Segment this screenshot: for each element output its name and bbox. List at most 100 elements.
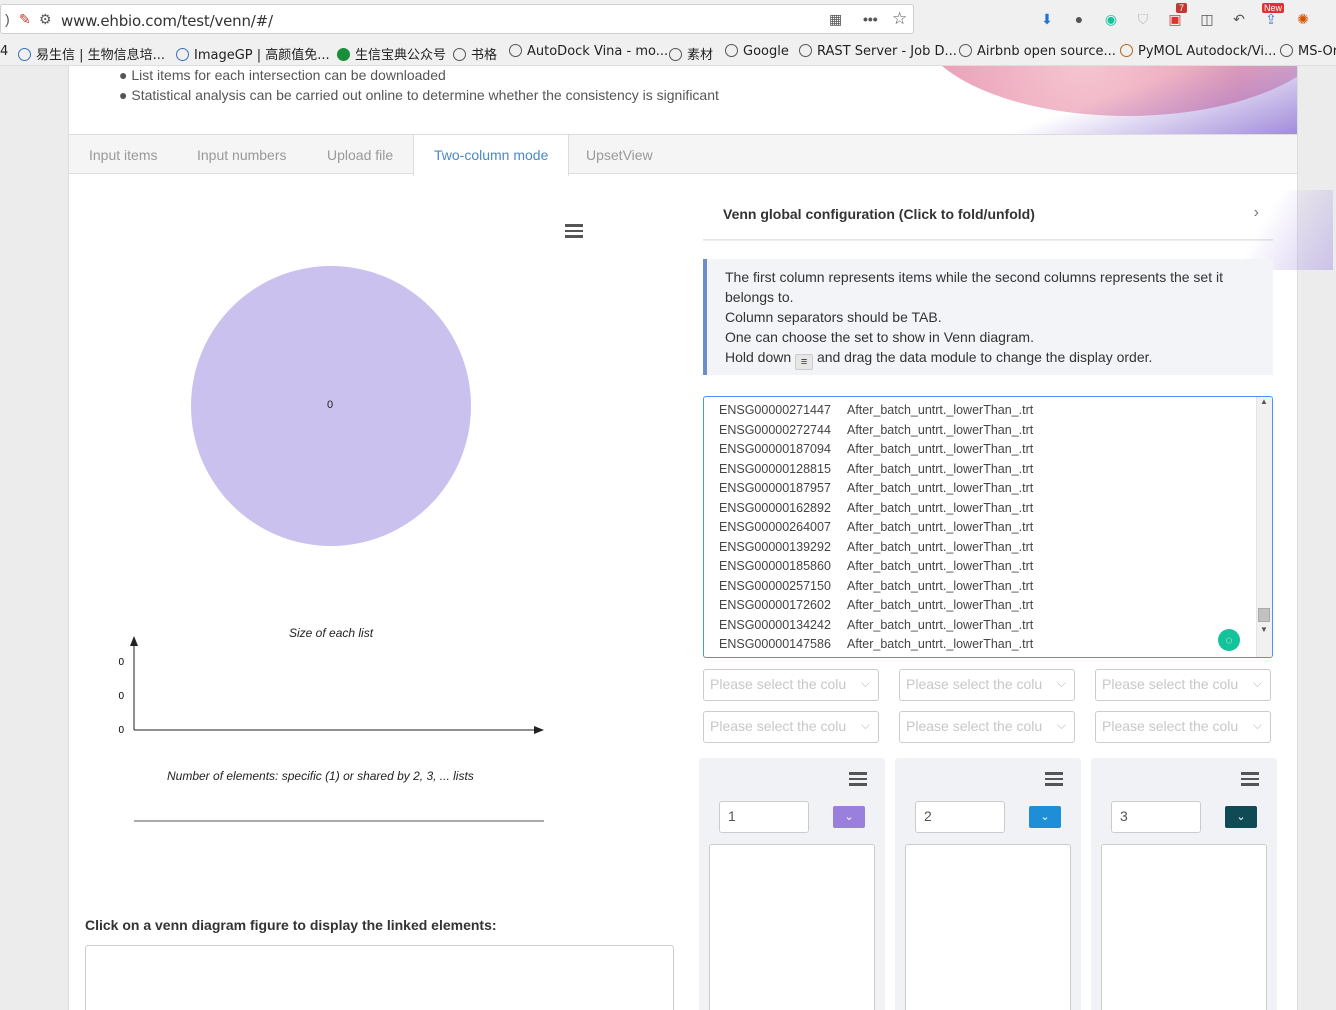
browser-toolbar: ) ✎ ⚙ www.ehbio.com/test/venn/#/ ▦ ••• ☆…	[0, 0, 1336, 38]
gene-id: ENSG00000134242	[719, 617, 831, 632]
shield-icon[interactable]: ⛉	[1134, 10, 1152, 28]
set-select[interactable]: Please select the colu ⌵	[703, 669, 879, 701]
set-select[interactable]: Please select the colu ⌵	[703, 711, 879, 743]
set-label: After_batch_untrt._lowerThan_.trt	[847, 578, 1034, 593]
set-select[interactable]: Please select the colu ⌵	[899, 711, 1075, 743]
set-name-input[interactable]: 1	[719, 801, 809, 833]
set-items-box[interactable]	[1101, 844, 1267, 1010]
y-tick-label: 0	[118, 691, 124, 702]
bookmark-item[interactable]: 书格	[453, 44, 497, 63]
undo-icon[interactable]: ↶	[1230, 10, 1248, 28]
download-icon[interactable]: ⬇	[1038, 10, 1056, 28]
color-picker-button[interactable]: ⌄	[833, 806, 865, 828]
instruction-line: The first column represents items while …	[725, 269, 1223, 305]
chevron-down-icon: ⌵	[860, 676, 870, 690]
bookmark-item[interactable]: MS-Or	[1280, 44, 1336, 59]
textarea-line: ENSG00000185860 After_batch_untrt._lowerT…	[719, 559, 1033, 573]
feature-bullet: ● List items for each intersection can b…	[119, 67, 446, 83]
more-icon[interactable]: •••	[863, 11, 878, 27]
set-items-box[interactable]	[905, 844, 1071, 1010]
textarea-line: ENSG00000271447 After_batch_untrt._lowerT…	[719, 403, 1033, 417]
bookmark-item[interactable]: 生信宝典公众号	[337, 44, 446, 63]
textarea-line: ENSG00000264007 After_batch_untrt._lowerT…	[719, 520, 1033, 534]
set-name-input[interactable]: 3	[1111, 801, 1201, 833]
color-picker-button[interactable]: ⌄	[1225, 806, 1257, 828]
set-label: After_batch_untrt._lowerThan_.trt	[847, 598, 1034, 612]
mode-tabs: Input items Input numbers Upload file Tw…	[69, 134, 1297, 176]
set-select[interactable]: Please select the colu ⌵	[899, 669, 1075, 701]
chat-icon[interactable]: ●	[1070, 10, 1088, 28]
y-tick-label: 0	[118, 657, 124, 668]
textarea-line: ENSG00000162892 After_batch_untrt._lowerT…	[719, 500, 1033, 515]
tab-two-column-mode[interactable]: Two-column mode	[413, 135, 570, 176]
linked-elements-box[interactable]	[85, 945, 674, 1010]
bookmark-item[interactable]: AutoDock Vina - mo...	[509, 44, 668, 59]
set-label: After_batch_untrt._lowerThan_.trt	[847, 422, 1034, 437]
gear-colored-icon[interactable]: ✺	[1294, 10, 1312, 28]
bookmark-edge: 4	[0, 44, 9, 59]
two-column-textarea[interactable]: ENSG00000271447 After_batch_untrt._lowerT…	[703, 396, 1273, 658]
tab-input-items[interactable]: Input items	[69, 135, 177, 175]
instruction-line: Hold down ≡ and drag the data module to …	[725, 349, 1153, 370]
bookmark-star-icon[interactable]: ☆	[892, 9, 907, 29]
textarea-scrollbar[interactable]: ▲ ▼	[1256, 397, 1272, 657]
gene-id: ENSG00000187957	[719, 481, 831, 495]
set-name-input[interactable]: 2	[915, 801, 1005, 833]
textarea-line: ENSG00000187094 After_batch_untrt._lowerT…	[719, 442, 1033, 456]
bookmark-item[interactable]: PyMOL Autodock/Vi...	[1120, 44, 1276, 59]
bookmark-item[interactable]: 易生信 | 生物信息培...	[18, 44, 165, 63]
x-axis-arrow	[534, 726, 544, 734]
chevron-down-icon: ⌵	[1252, 718, 1262, 732]
bookmark-item[interactable]: Airbnb open source...	[959, 44, 1116, 59]
set-label: After_batch_untrt._lowerThan_.trt	[847, 403, 1034, 417]
scroll-down-icon[interactable]: ▼	[1260, 625, 1268, 634]
set-panel: 2 ⌄	[895, 758, 1081, 1010]
insecure-icon[interactable]: ✎	[19, 11, 31, 28]
size-chart-xlabel: Number of elements: specific (1) or shar…	[167, 769, 474, 783]
textarea-line: ENSG00000128815 After_batch_untrt._lowerT…	[719, 461, 1033, 476]
chevron-right-icon: ›	[1253, 204, 1259, 221]
gene-id: ENSG00000257150	[719, 578, 831, 593]
venn-config-toggle[interactable]: Venn global configuration (Click to fold…	[703, 190, 1333, 270]
set-label: After_batch_untrt._lowerThan_.trt	[847, 520, 1034, 534]
site-settings-icon[interactable]: ⚙	[39, 11, 52, 28]
textarea-line: ENSG00000172602 After_batch_untrt._lowerT…	[719, 598, 1033, 612]
page-container: ● List items for each intersection can b…	[68, 66, 1333, 1010]
reader-icon[interactable]: ◫	[1198, 10, 1216, 28]
drag-handle-icon[interactable]	[849, 772, 867, 786]
gene-id: ENSG00000172602	[719, 598, 831, 612]
qr-code-icon[interactable]: ▦	[829, 11, 842, 28]
grammarly-icon[interactable]: ◌	[1218, 629, 1240, 651]
bookmark-item[interactable]: 素材	[669, 44, 713, 63]
set-select[interactable]: Please select the colu ⌵	[1095, 669, 1271, 701]
color-picker-button[interactable]: ⌄	[1029, 806, 1061, 828]
linked-elements-title: Click on a venn diagram figure to displa…	[85, 917, 497, 933]
hero-banner: ● List items for each intersection can b…	[69, 66, 1297, 134]
set-label: After_batch_untrt._lowerThan_.trt	[847, 481, 1034, 495]
scroll-up-icon[interactable]: ▲	[1260, 397, 1268, 406]
drag-handle-icon[interactable]	[1241, 772, 1259, 786]
bookmark-item[interactable]: RAST Server - Job D...	[799, 44, 957, 59]
gene-id: ENSG00000162892	[719, 500, 831, 515]
gene-id: ENSG00000128815	[719, 461, 831, 476]
y-tick-label: 0	[118, 725, 124, 736]
bookmark-item[interactable]: Google	[725, 44, 789, 59]
gene-id: ENSG00000264007	[719, 520, 831, 534]
tab-upload-file[interactable]: Upload file	[307, 135, 413, 175]
set-select[interactable]: Please select the colu ⌵	[1095, 711, 1271, 743]
chart-menu-icon[interactable]	[565, 224, 583, 238]
bookmark-item[interactable]: ImageGP | 高颜值免...	[176, 44, 330, 63]
drag-handle-icon[interactable]	[1045, 772, 1063, 786]
feature-bullet: ● Statistical analysis can be carried ou…	[119, 87, 719, 103]
tab-input-numbers[interactable]: Input numbers	[177, 135, 307, 175]
grammarly-icon[interactable]: ◉	[1102, 10, 1120, 28]
address-bar[interactable]: ) ✎ ⚙ www.ehbio.com/test/venn/#/ ▦ ••• ☆	[0, 4, 914, 34]
bookmarks-bar: 4 易生信 | 生物信息培... ImageGP | 高颜值免... 生信宝典公…	[0, 38, 1336, 66]
chevron-down-icon: ⌵	[1056, 718, 1066, 732]
set-items-box[interactable]	[709, 844, 875, 1010]
url-text[interactable]: www.ehbio.com/test/venn/#/	[61, 12, 273, 30]
scroll-thumb[interactable]	[1258, 608, 1270, 622]
gene-id: ENSG00000272744	[719, 422, 831, 437]
tab-upsetview[interactable]: UpsetView	[566, 135, 673, 175]
drag-handle-icon: ≡	[795, 354, 814, 370]
